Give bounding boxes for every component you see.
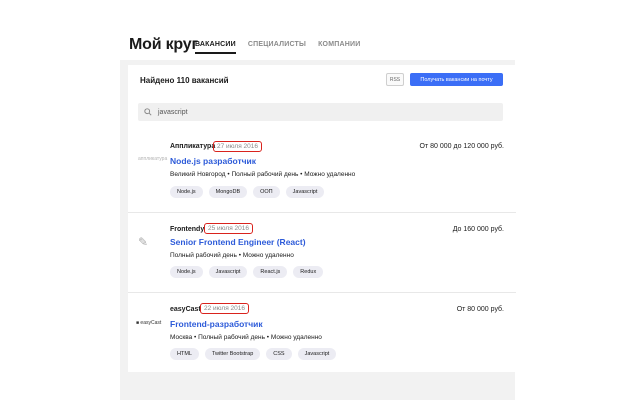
company-name[interactable]: Frontendy	[170, 226, 204, 233]
site-logo[interactable]: Мой круг	[129, 36, 198, 54]
search-query: javascript	[158, 108, 188, 116]
company-logo: ✎	[138, 235, 149, 249]
results-count: Найдено 110 вакансий	[140, 76, 229, 85]
salary: До 160 000 руб.	[452, 226, 504, 233]
rss-button[interactable]: RSS	[386, 73, 404, 86]
subscribe-email-button[interactable]: Получать вакансии на почту	[410, 73, 503, 86]
job-title-link[interactable]: Node.js разработчик	[170, 156, 256, 166]
job-card[interactable]: ✎ Frontendy 25 июля 2016 До 160 000 руб.…	[128, 212, 516, 292]
skill-tag[interactable]: MongoDB	[208, 186, 248, 198]
skill-tag[interactable]: Twitter Bootstrap	[204, 348, 261, 360]
company-name[interactable]: Аппликатура	[170, 143, 215, 150]
skill-tag[interactable]: CSS	[266, 348, 292, 360]
posted-date: 22 июля 2016	[200, 303, 249, 314]
job-card[interactable]: ■ easyCast easyCast 22 июля 2016 От 80 0…	[128, 292, 516, 372]
skill-tag[interactable]: Node.js	[170, 266, 203, 278]
skill-tag[interactable]: HTML	[170, 348, 199, 360]
tab-vacancies[interactable]: ВАКАНСИИ	[195, 41, 236, 54]
skill-tags: Node.js MongoDB ООП Javascript	[170, 186, 330, 198]
company-logo: ■ easyCast	[136, 320, 162, 326]
skill-tags: Node.js Javascript React.js Redux	[170, 266, 329, 278]
job-title-link[interactable]: Senior Frontend Engineer (React)	[170, 237, 306, 247]
tab-specialists[interactable]: СПЕЦИАЛИСТЫ	[248, 41, 306, 54]
salary: От 80 000 до 120 000 руб.	[419, 143, 504, 150]
skill-tag[interactable]: Javascript	[297, 348, 337, 360]
skill-tag[interactable]: Redux	[293, 266, 324, 278]
job-title-link[interactable]: Frontend-разработчик	[170, 319, 263, 329]
skill-tag[interactable]: Javascript	[285, 186, 325, 198]
job-card[interactable]: аппликатура Аппликатура 27 июля 2016 От …	[128, 130, 516, 212]
salary: От 80 000 руб.	[456, 306, 504, 313]
job-details: Москва • Полный рабочий день • Можно уда…	[170, 334, 322, 341]
search-icon	[144, 108, 152, 116]
skill-tags: HTML Twitter Bootstrap CSS Javascript	[170, 348, 342, 360]
posted-date: 25 июля 2016	[204, 223, 253, 234]
skill-tag[interactable]: Javascript	[208, 266, 248, 278]
posted-date: 27 июля 2016	[213, 141, 262, 152]
job-details: Великий Новгород • Полный рабочий день •…	[170, 171, 356, 178]
skill-tag[interactable]: ООП	[253, 186, 280, 198]
company-name[interactable]: easyCast	[170, 306, 201, 313]
search-input[interactable]: javascript	[138, 103, 503, 121]
skill-tag[interactable]: Node.js	[170, 186, 203, 198]
job-details: Полный рабочий день • Можно удаленно	[170, 252, 294, 259]
tab-companies[interactable]: КОМПАНИИ	[318, 41, 360, 54]
main-nav: ВАКАНСИИ СПЕЦИАЛИСТЫ КОМПАНИИ	[195, 41, 372, 54]
skill-tag[interactable]: React.js	[253, 266, 288, 278]
company-logo: аппликатура	[138, 156, 168, 162]
